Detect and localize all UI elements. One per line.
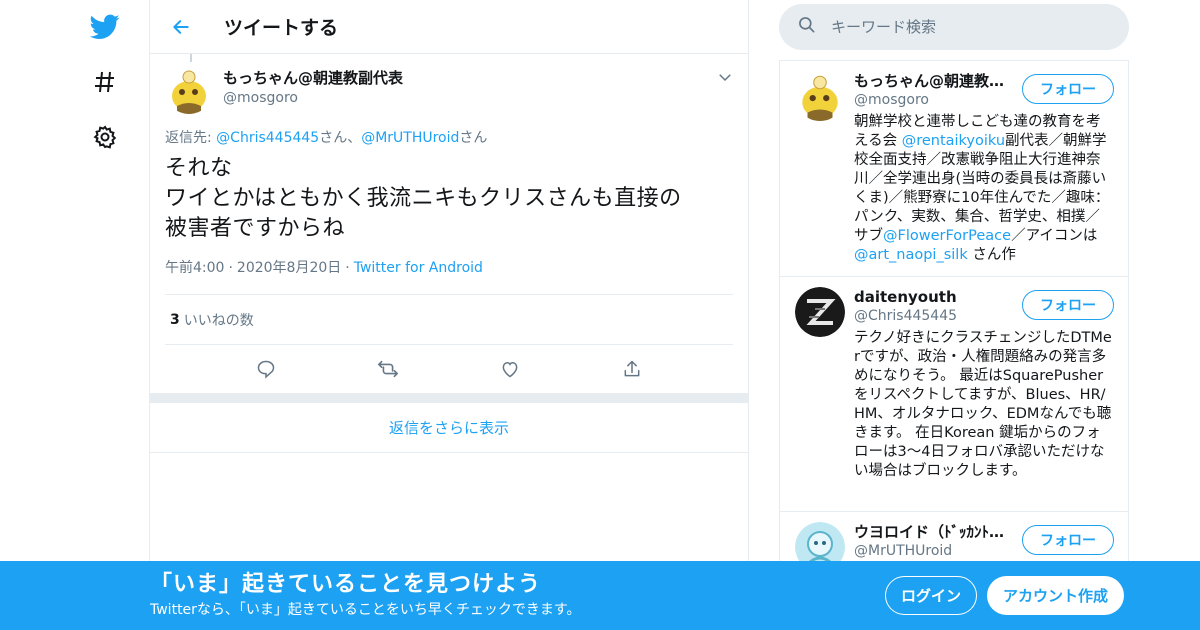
search-input[interactable]: [831, 18, 1101, 36]
avatar[interactable]: [165, 66, 213, 114]
reply-prefix: 返信先:: [165, 130, 217, 146]
likes-label: いいねの数: [183, 312, 254, 329]
reply-suffix: さん、: [319, 130, 362, 146]
search-icon: [797, 15, 817, 39]
follow-button[interactable]: フォロー: [1022, 74, 1114, 104]
reply-context: 返信先: @Chris445445さん、@MrUTHUroidさん: [165, 128, 733, 148]
search-bar[interactable]: [779, 4, 1129, 50]
banner-subtitle: Twitterなら、「いま」起きていることをいち早くチェックできます。: [150, 602, 581, 618]
hashtag-icon[interactable]: [90, 67, 120, 97]
user-bio: テクノ好きにクラスチェンジしたDTMerですが、政治・人権問題絡みの発言多めにな…: [854, 330, 1112, 479]
show-more-replies-link[interactable]: 返信をさらに表示: [150, 403, 748, 453]
twitter-bird-icon[interactable]: [90, 12, 120, 42]
tweet-text-line: 被害者ですからね: [165, 216, 346, 241]
bio-link[interactable]: @art_naopi_silk: [854, 247, 968, 263]
user-card[interactable]: もっちゃん@朝連教副代表 @mosgoro フォロー 朝鮮学校と連帯しこども達の…: [780, 61, 1128, 277]
tweet-date[interactable]: 2020年8月20日: [237, 260, 341, 276]
reply-user-link[interactable]: @Chris445445: [216, 130, 319, 146]
divider: [150, 393, 748, 403]
bio-text: ／アイコンは: [1011, 228, 1098, 244]
separator: ·: [345, 260, 350, 276]
gear-icon[interactable]: [90, 122, 120, 152]
reply-suffix: さん: [459, 130, 488, 146]
avatar[interactable]: [795, 287, 845, 337]
tweet-author: もっちゃん@朝連教副代表 @mosgoro: [165, 54, 733, 114]
signup-banner: 「いま」起きていることを見つけよう Twitterなら、「いま」起きていることを…: [0, 561, 1200, 630]
signup-button[interactable]: アカウント作成: [987, 576, 1124, 615]
tweet-time[interactable]: 午前4:00: [165, 260, 224, 276]
related-users: もっちゃん@朝連教副代表 @mosgoro フォロー 朝鮮学校と連帯しこども達の…: [779, 60, 1129, 572]
user-card[interactable]: daitenyouth @Chris445445 フォロー テクノ好きにクラスチ…: [780, 277, 1128, 512]
author-name[interactable]: もっちゃん@朝連教副代表: [223, 68, 403, 88]
user-name[interactable]: daitenyouth: [854, 287, 1014, 307]
thread-line: [190, 54, 192, 62]
user-name[interactable]: ウヨロイド（ﾄﾞｯｶﾝﾄ…: [854, 522, 1014, 542]
tweet: もっちゃん@朝連教副代表 @mosgoro 返信先: @Chris445445さ…: [150, 54, 748, 393]
follow-button[interactable]: フォロー: [1022, 525, 1114, 555]
tweet-actions: [165, 345, 733, 393]
page-header: ツイートする: [150, 0, 748, 54]
main-column: ツイートする もっちゃん@朝連教副代表 @mosgoro 返信先: @Chris…: [149, 0, 749, 630]
login-button[interactable]: ログイン: [885, 576, 977, 615]
likes-count: 3: [170, 311, 180, 328]
follow-button[interactable]: フォロー: [1022, 290, 1114, 320]
user-bio: 朝鮮学校と連帯しこども達の教育を考える会 @rentaikyoiku副代表／朝鮮…: [854, 113, 1114, 265]
like-icon[interactable]: [498, 357, 522, 381]
arrow-left-icon[interactable]: [170, 16, 192, 38]
page-title: ツイートする: [224, 17, 339, 39]
share-icon[interactable]: [620, 357, 644, 381]
user-name[interactable]: もっちゃん@朝連教副代表: [854, 71, 1014, 91]
tweet-meta: 午前4:00 · 2020年8月20日 · Twitter for Android: [165, 258, 733, 278]
reply-icon[interactable]: [254, 357, 278, 381]
chevron-down-icon[interactable]: [716, 68, 734, 86]
reply-user-link[interactable]: @MrUTHUroid: [361, 130, 459, 146]
banner-title: 「いま」起きていることを見つけよう: [150, 572, 542, 597]
separator: ·: [228, 260, 233, 276]
author-handle[interactable]: @mosgoro: [223, 88, 403, 108]
tweet-stats[interactable]: 3 いいねの数: [165, 294, 733, 345]
tweet-source[interactable]: Twitter for Android: [354, 260, 483, 276]
bio-link[interactable]: @rentaikyoiku: [902, 133, 1005, 149]
tweet-text-line: それな: [165, 156, 233, 181]
left-nav: [80, 0, 130, 630]
bio-link[interactable]: @FlowerForPeace: [883, 228, 1011, 244]
bio-text: さん作: [967, 247, 1016, 263]
tweet-text-line: ワイとかはともかく我流ニキもクリスさんも直接の: [165, 186, 682, 211]
tweet-text: それな ワイとかはともかく我流ニキもクリスさんも直接の 被害者ですからね: [165, 154, 733, 244]
retweet-icon[interactable]: [376, 357, 400, 381]
avatar[interactable]: [795, 71, 845, 121]
